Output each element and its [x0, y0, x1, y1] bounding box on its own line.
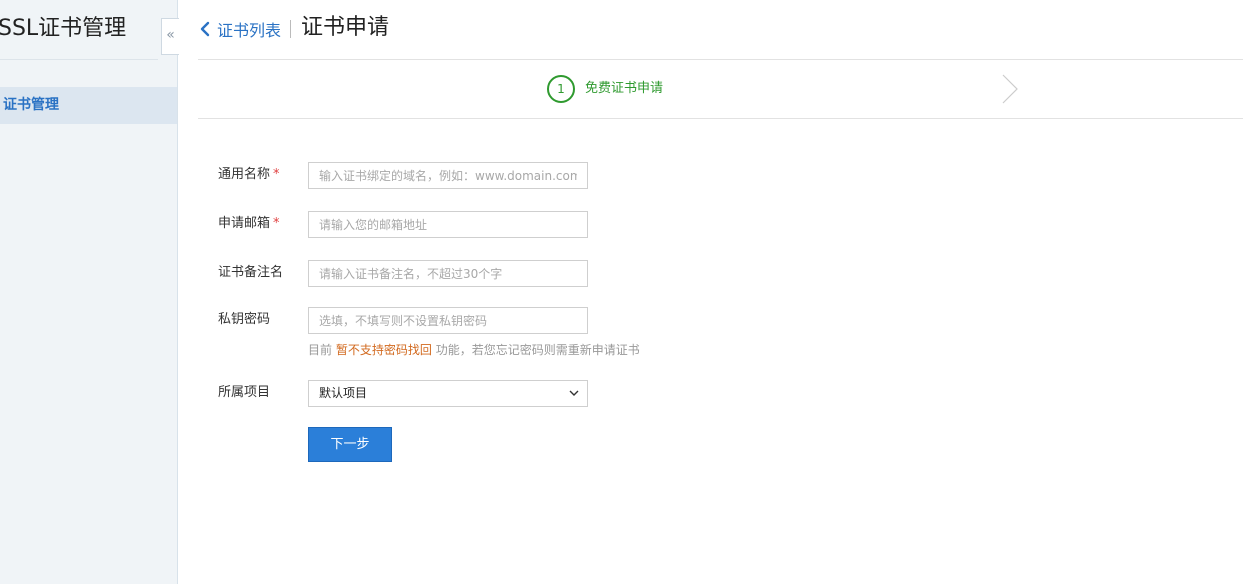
chevron-right-icon [1002, 74, 1018, 104]
double-chevron-left-icon: « [166, 27, 175, 43]
hint-prefix: 目前 [308, 343, 333, 357]
sidebar-item-cert-management[interactable]: 证书管理 [0, 87, 177, 124]
app-root: SSL证书管理 证书管理 « 证书列表 证书申请 1 免费证书申请 通用名称* [0, 0, 1243, 584]
private-key-password-input[interactable] [308, 307, 588, 334]
project-select[interactable]: 默认项目 [308, 380, 588, 407]
step-number-badge: 1 [547, 75, 575, 103]
back-to-cert-list-link[interactable]: 证书列表 [198, 17, 281, 41]
page-title: 证书申请 [301, 15, 390, 40]
required-mark: * [273, 216, 280, 231]
password-hint: 目前 暂不支持密码找回 功能，若您忘记密码则需重新申请证书 [308, 341, 640, 359]
chevron-down-icon [569, 390, 579, 396]
step-indicator: 1 免费证书申请 [198, 60, 1243, 119]
required-mark: * [273, 167, 280, 182]
hint-warning: 暂不支持密码找回 [335, 343, 432, 357]
remark-input[interactable] [308, 260, 588, 287]
private-key-password-label: 私钥密码 [218, 312, 271, 327]
email-label: 申请邮箱 * [218, 214, 280, 234]
sidebar-item-label: 证书管理 [3, 97, 59, 113]
header-divider [290, 20, 291, 38]
back-link-label: 证书列表 [217, 21, 282, 40]
project-selected-value: 默认项目 [319, 386, 368, 400]
sidebar: SSL证书管理 证书管理 [0, 0, 178, 584]
email-label-text: 申请邮箱 [218, 216, 271, 231]
remark-label: 证书备注名 [218, 265, 284, 280]
next-step-button[interactable]: 下一步 [308, 427, 392, 462]
common-name-label-text: 通用名称 [218, 167, 271, 182]
project-label: 所属项目 [218, 385, 271, 400]
step-label: 免费证书申请 [585, 81, 664, 96]
hint-suffix: 功能，若您忘记密码则需重新申请证书 [435, 343, 640, 357]
chevron-left-icon [200, 21, 210, 37]
page-header: 证书列表 证书申请 [198, 0, 1243, 60]
sidebar-title: SSL证书管理 [0, 12, 158, 60]
common-name-input[interactable] [308, 162, 588, 189]
collapse-sidebar-button[interactable]: « [161, 18, 179, 55]
email-input[interactable] [308, 211, 588, 238]
common-name-label: 通用名称 * [218, 165, 280, 185]
